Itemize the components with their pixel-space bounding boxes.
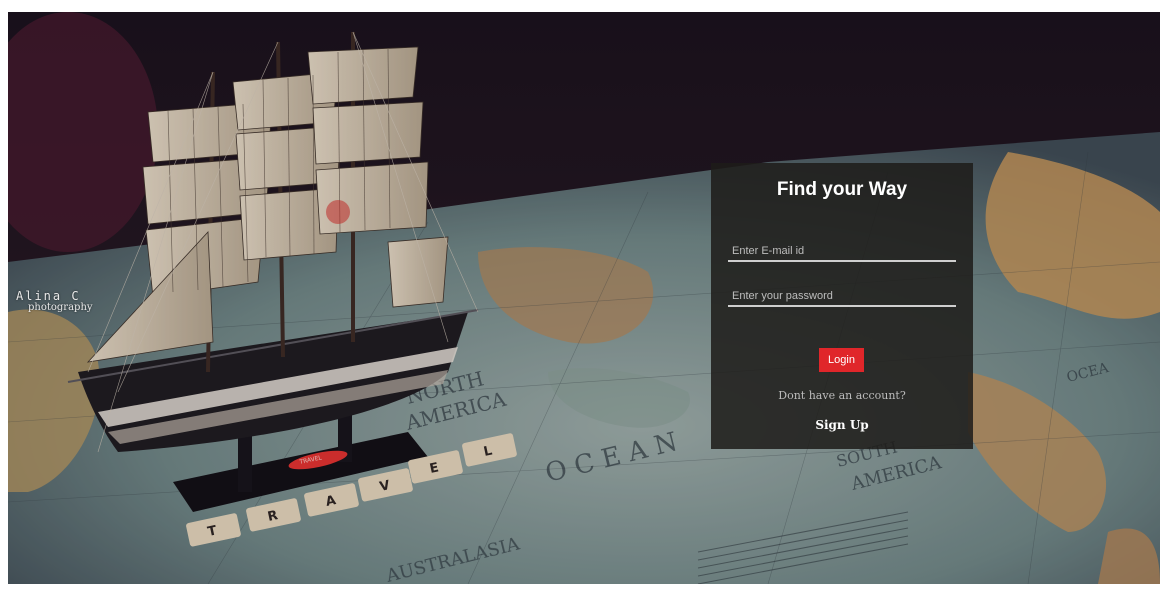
travel-map-ship-photo: NORTH AMERICA O C E A N SOUTH AMERICA AU…: [8, 12, 1160, 584]
signup-link[interactable]: Sign Up: [711, 418, 973, 432]
login-card: Find your Way Login Dont have an account…: [711, 163, 973, 449]
login-title: Find your Way: [776, 179, 908, 200]
watermark-name: Alina C: [16, 289, 81, 303]
background-photo: NORTH AMERICA O C E A N SOUTH AMERICA AU…: [8, 12, 1160, 584]
email-input[interactable]: [728, 242, 956, 262]
photographer-watermark: Alina C photography: [16, 290, 93, 313]
signup-prompt: Dont have an account?: [778, 389, 906, 402]
login-button[interactable]: Login: [819, 348, 864, 372]
password-input[interactable]: [728, 287, 956, 307]
watermark-subtitle: photography: [28, 302, 93, 313]
